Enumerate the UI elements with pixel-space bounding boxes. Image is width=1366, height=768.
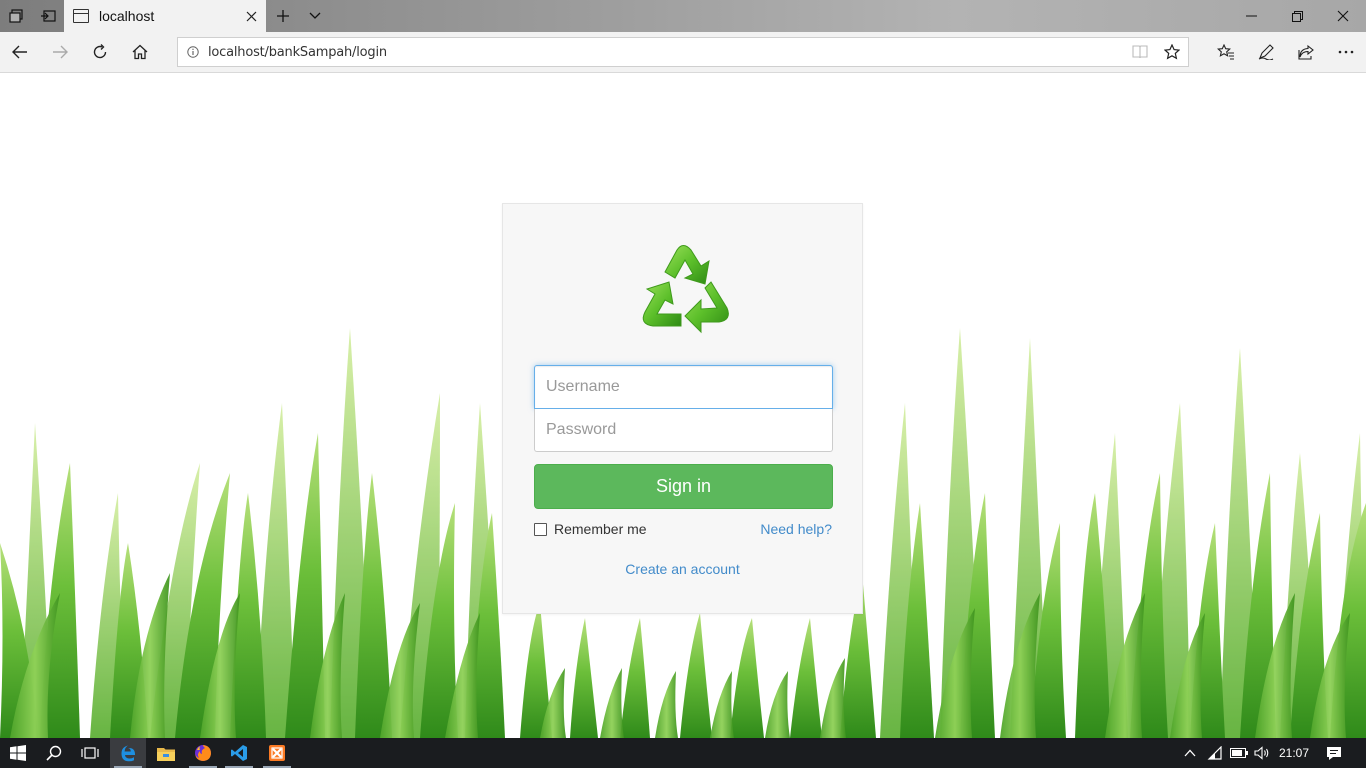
web-note-pen-icon[interactable] — [1246, 32, 1286, 72]
search-icon[interactable] — [36, 738, 72, 768]
favorite-star-icon[interactable] — [1156, 38, 1188, 66]
tab-title: localhost — [99, 8, 155, 24]
login-panel: Sign in Remember me Need help? Create an… — [502, 203, 863, 614]
url-text[interactable]: localhost/bankSampah/login — [208, 45, 1124, 60]
address-bar[interactable]: localhost/bankSampah/login — [177, 37, 1189, 67]
create-account-link[interactable]: Create an account — [503, 561, 862, 577]
wifi-icon[interactable] — [1204, 738, 1226, 768]
battery-icon[interactable] — [1228, 738, 1250, 768]
restore-icon[interactable] — [1274, 0, 1320, 32]
favorites-hub-icon[interactable] — [1206, 32, 1246, 72]
checkbox-box[interactable] — [534, 522, 547, 536]
show-hidden-icons-chevron-icon[interactable] — [1180, 738, 1200, 768]
xampp-icon[interactable] — [259, 738, 295, 768]
browser-tab[interactable]: localhost — [64, 0, 266, 32]
sign-in-button[interactable]: Sign in — [534, 464, 833, 509]
refresh-icon[interactable] — [80, 32, 120, 72]
more-settings-icon[interactable] — [1326, 32, 1366, 72]
remember-me-checkbox[interactable]: Remember me — [534, 521, 647, 537]
action-center-icon[interactable] — [1320, 738, 1348, 768]
vscode-icon[interactable] — [221, 738, 257, 768]
need-help-link[interactable]: Need help? — [760, 521, 832, 537]
task-view-icon[interactable] — [72, 738, 108, 768]
close-window-icon[interactable] — [1320, 0, 1366, 32]
browser-tab-bar: localhost — [0, 0, 1366, 32]
new-tab-icon[interactable] — [267, 0, 299, 32]
password-input[interactable] — [534, 409, 833, 452]
taskbar-clock[interactable]: 21:07 — [1272, 738, 1316, 768]
home-icon[interactable] — [120, 32, 160, 72]
username-input[interactable] — [534, 365, 833, 409]
share-icon[interactable] — [1286, 32, 1326, 72]
forward-icon[interactable] — [40, 32, 80, 72]
windows-start-icon[interactable] — [0, 738, 36, 768]
recycle-logo-icon — [642, 245, 729, 334]
tab-preview-chevron-icon[interactable] — [299, 0, 331, 32]
reading-view-icon[interactable] — [1124, 38, 1156, 66]
volume-icon[interactable] — [1252, 738, 1272, 768]
tab-sets-icon[interactable] — [0, 0, 32, 32]
minimize-icon[interactable] — [1228, 0, 1274, 32]
windows-taskbar: 21:07 — [0, 738, 1366, 768]
tabs-aside-icon[interactable] — [32, 0, 64, 32]
remember-me-label: Remember me — [554, 521, 647, 537]
site-info-icon[interactable] — [178, 46, 208, 58]
back-icon[interactable] — [0, 32, 40, 72]
browser-toolbar: localhost/bankSampah/login — [0, 32, 1366, 73]
file-explorer-icon[interactable] — [148, 738, 184, 768]
page-icon — [73, 9, 89, 23]
page-viewport: Sign in Remember me Need help? Create an… — [0, 73, 1366, 738]
edge-icon[interactable] — [110, 738, 146, 768]
firefox-icon[interactable] — [185, 738, 221, 768]
tab-close-icon[interactable] — [236, 0, 266, 32]
